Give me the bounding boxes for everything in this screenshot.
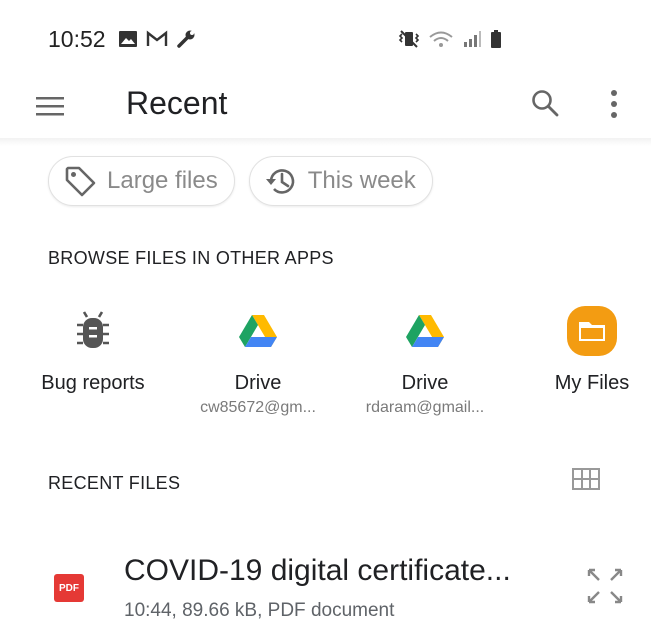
tag-icon	[65, 166, 96, 197]
image-icon	[119, 31, 137, 47]
app-bar: Recent	[0, 78, 651, 134]
wifi-icon	[429, 31, 453, 47]
app-drive-2-icon-wrap	[345, 300, 505, 362]
status-notification-icons	[118, 29, 196, 49]
app-bug-reports-label: Bug reports	[41, 372, 145, 394]
browse-apps-row: Bug reports Drive cw85672@gm... Drive rd…	[0, 300, 651, 430]
bug-icon	[77, 311, 109, 348]
expand-icon	[587, 568, 623, 604]
more-vert-icon	[611, 90, 617, 118]
drive-icon	[406, 315, 444, 347]
pdf-icon: PDF	[54, 574, 84, 602]
file-name: COVID-19 digital certificate...	[124, 554, 511, 587]
gmail-icon	[146, 30, 168, 46]
menu-icon	[36, 97, 64, 116]
status-time: 10:52	[48, 26, 106, 52]
app-my-files-icon-wrap	[512, 300, 651, 362]
file-list-item[interactable]: PDF COVID-19 digital certificate... 10:4…	[0, 540, 651, 643]
search-button[interactable]	[530, 88, 566, 124]
vibrate-icon	[398, 30, 420, 48]
app-my-files-label: My Files	[554, 372, 630, 394]
app-bug-reports[interactable]: Bug reports	[13, 300, 173, 399]
search-icon	[532, 90, 559, 117]
status-bar: 10:52	[0, 0, 651, 78]
my-files-icon	[567, 306, 617, 356]
app-drive-2-account: rdaram@gmail...	[365, 399, 485, 416]
app-my-files[interactable]: My Files	[512, 300, 651, 399]
browse-section-title: BROWSE FILES IN OTHER APPS	[48, 248, 334, 268]
files-app-screen: 10:52 Recent Large files This week BROWS…	[0, 0, 651, 643]
app-drive-1-account: cw85672@gm...	[200, 399, 316, 416]
drive-icon	[239, 315, 277, 347]
grid-view-button[interactable]	[572, 468, 602, 494]
chip-large-files[interactable]: Large files	[48, 156, 235, 206]
signal-icon	[464, 31, 481, 47]
wrench-icon	[177, 30, 195, 48]
recent-files-title: RECENT FILES	[48, 473, 181, 493]
menu-button[interactable]	[34, 90, 74, 122]
battery-icon	[491, 30, 501, 48]
app-drive-1-icon-wrap	[178, 300, 338, 362]
expand-preview-button[interactable]	[585, 566, 625, 606]
grid-view-icon	[572, 468, 600, 490]
pdf-icon-text: PDF	[59, 582, 79, 594]
more-options-button[interactable]	[608, 88, 632, 124]
page-title: Recent	[126, 85, 228, 121]
app-drive-2-label: Drive	[401, 372, 449, 394]
filter-chips: Large files This week	[48, 156, 433, 206]
chip-this-week-label: This week	[307, 167, 416, 194]
chip-large-files-label: Large files	[107, 167, 218, 194]
app-bug-reports-icon-wrap	[13, 300, 173, 362]
history-icon	[265, 169, 294, 194]
app-drive-2[interactable]: Drive rdaram@gmail...	[345, 300, 505, 417]
app-bar-divider	[0, 138, 651, 146]
app-drive-1-label: Drive	[234, 372, 282, 394]
status-system-icons	[398, 29, 502, 49]
file-meta: 10:44, 89.66 kB, PDF document	[124, 600, 395, 621]
chip-this-week[interactable]: This week	[248, 156, 433, 206]
app-drive-1[interactable]: Drive cw85672@gm...	[178, 300, 338, 417]
